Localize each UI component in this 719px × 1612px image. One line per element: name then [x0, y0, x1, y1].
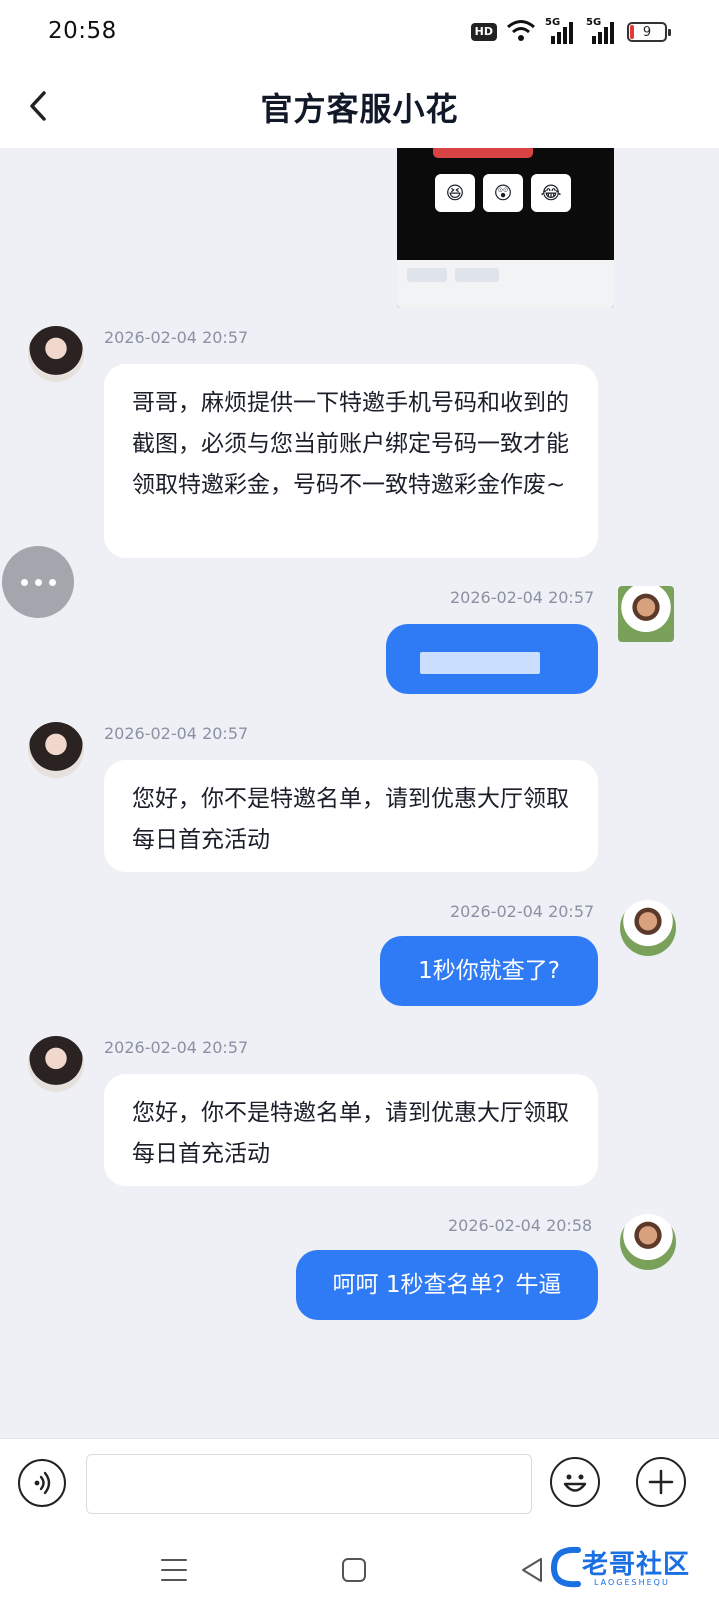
chat-header: 官方客服小花: [0, 64, 719, 148]
chat-area[interactable]: 😆 😲 😂 2026-02-04 20:57 哥哥，麻烦提供一下特邀手机号码和收…: [0, 148, 719, 1438]
crying-laugh-emoji-icon: 😂: [531, 174, 571, 212]
battery-level: 9: [642, 24, 652, 40]
status-bar: 20:58 HD 5G 5G 9: [0, 0, 719, 64]
user-message-bubble[interactable]: 呵呵 1秒查名单？牛逼: [296, 1250, 598, 1320]
message-timestamp: 2026-02-04 20:57: [104, 724, 249, 743]
wifi-icon: [506, 18, 536, 46]
agent-message-bubble[interactable]: 您好，你不是特邀名单，请到优惠大厅领取每日首充活动: [104, 760, 598, 872]
signal-icon: 5G: [586, 17, 618, 44]
battery-icon: 9: [627, 22, 671, 42]
shared-screenshot-image[interactable]: 😆 😲 😂: [397, 148, 614, 308]
status-icons: HD 5G 5G 9: [470, 17, 671, 46]
network-type-2: 5G: [586, 17, 602, 28]
menu-icon[interactable]: [150, 1548, 198, 1592]
surprised-emoji-icon: 😲: [483, 174, 523, 212]
input-bar: [0, 1438, 719, 1528]
page-title: 官方客服小花: [260, 90, 459, 128]
home-square-icon[interactable]: [330, 1548, 378, 1592]
more-options-button[interactable]: [2, 546, 74, 618]
message-timestamp: 2026-02-04 20:57: [104, 328, 249, 347]
redaction-blur: [420, 652, 540, 674]
message-input[interactable]: [86, 1454, 532, 1514]
watermark-text: 老哥社区: [582, 1550, 691, 1580]
agent-message-bubble[interactable]: 您好，你不是特邀名单，请到优惠大厅领取每日首充活动: [104, 1074, 598, 1186]
voice-icon[interactable]: [18, 1459, 66, 1507]
agent-avatar[interactable]: [28, 1036, 84, 1092]
user-avatar[interactable]: [620, 1214, 676, 1270]
status-time: 20:58: [48, 18, 117, 44]
agent-message-bubble[interactable]: 哥哥，麻烦提供一下特邀手机号码和收到的截图，必须与您当前账户绑定号码一致才能领取…: [104, 364, 598, 558]
network-type-1: 5G: [545, 17, 561, 28]
system-nav-bar: 老哥社区 LAOGESHEQU: [0, 1528, 719, 1612]
user-avatar[interactable]: [618, 586, 674, 642]
emoji-icon[interactable]: [550, 1457, 600, 1507]
laughing-emoji-icon: 😆: [435, 174, 475, 212]
message-timestamp: 2026-02-04 20:57: [450, 588, 595, 607]
user-avatar[interactable]: [620, 900, 676, 956]
message-timestamp: 2026-02-04 20:57: [104, 1038, 249, 1057]
agent-avatar[interactable]: [28, 722, 84, 778]
plus-icon[interactable]: [636, 1457, 686, 1507]
agent-avatar[interactable]: [28, 326, 84, 382]
user-message-bubble[interactable]: 1秒你就查了?: [380, 936, 598, 1006]
message-timestamp: 2026-02-04 20:58: [448, 1216, 593, 1235]
message-timestamp: 2026-02-04 20:57: [450, 902, 595, 921]
watermark-subtext: LAOGESHEQU: [594, 1578, 670, 1587]
hd-icon: HD: [470, 23, 497, 41]
watermark-logo: 老哥社区 LAOGESHEQU: [548, 1542, 710, 1594]
signal-icon: 5G: [545, 17, 577, 44]
